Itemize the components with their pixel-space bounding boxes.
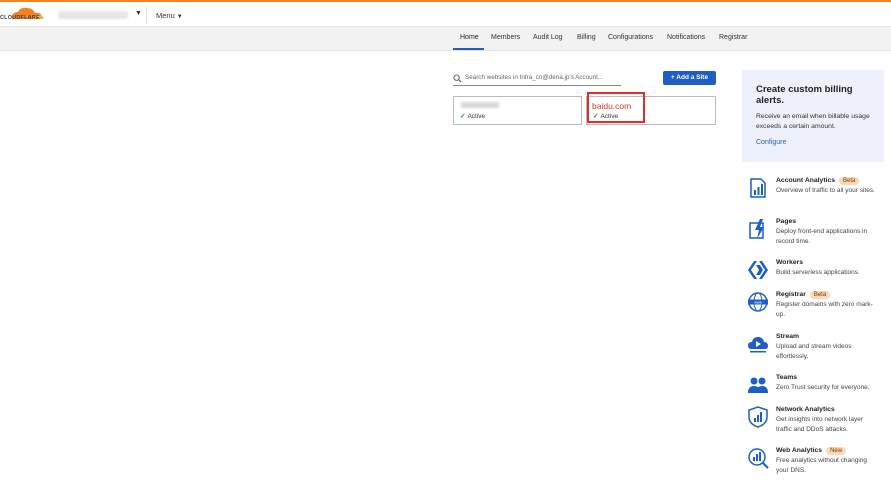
billing-title: Create custom billing alerts. (756, 84, 853, 106)
tab-billing[interactable]: Billing (577, 34, 596, 41)
chevron-down-icon[interactable]: ▼ (135, 10, 142, 17)
account-name[interactable] (58, 11, 128, 19)
product-registrar[interactable]: www Registrar Beta Register domains with … (747, 291, 887, 327)
menu-button[interactable]: Menu ▼ (156, 11, 183, 20)
top-header: CLOUDFLARE ▼ Menu ▼ (0, 0, 891, 27)
highlight-box (587, 92, 645, 123)
header-divider (146, 7, 147, 24)
search-icon (453, 74, 462, 83)
tab-audit-log[interactable]: Audit Log (533, 34, 563, 41)
product-title: Account Analytics (776, 177, 836, 184)
tab-configurations[interactable]: Configurations (608, 34, 653, 41)
site-card[interactable]: ✓ Active (453, 96, 582, 125)
menu-label: Menu (156, 11, 175, 20)
registrar-globe-icon: www (748, 292, 768, 312)
product-title: Registrar (776, 291, 806, 298)
pages-icon (749, 219, 764, 239)
product-network-analytics[interactable]: Network Analytics Get insights into netw… (747, 406, 887, 442)
product-title: Workers (776, 259, 804, 266)
add-site-button[interactable]: + Add a Site (663, 71, 716, 85)
product-title: Pages (776, 218, 797, 225)
beta-badge: Beta (839, 177, 860, 185)
product-description: Free analytics without changing your DNS… (776, 457, 868, 474)
site-status-label: Active (467, 113, 486, 120)
product-stream[interactable]: Stream Upload and stream videos effortle… (747, 333, 887, 369)
workers-icon (748, 261, 768, 279)
analytics-icon (750, 178, 766, 198)
caret-down-icon: ▼ (176, 14, 183, 20)
search-placeholder: Search websites in Infra_cn@dena.jp's Ac… (465, 74, 604, 81)
product-title: Network Analytics (776, 406, 835, 413)
site-search-input[interactable]: Search websites in Infra_cn@dena.jp's Ac… (453, 72, 621, 86)
billing-alerts-card: Create custom billing alerts. Receive an… (742, 70, 884, 162)
billing-description: Receive an email when billable usage exc… (756, 113, 870, 130)
web-analytics-icon (748, 448, 769, 469)
product-description: Get insights into network layer traffic … (776, 416, 864, 433)
product-web-analytics[interactable]: Web Analytics New Free analytics without … (747, 447, 887, 483)
product-title: Web Analytics (776, 447, 823, 454)
site-status: ✓ Active (460, 112, 485, 120)
check-icon: ✓ (460, 113, 466, 120)
tab-members[interactable]: Members (491, 34, 520, 41)
logo-wordmark: CLOUDFLARE (0, 15, 40, 21)
account-nav: Home Members Audit Log Billing Configura… (0, 27, 891, 51)
product-teams[interactable]: Teams Zero Trust security for everyone. (747, 374, 887, 410)
tab-notifications[interactable]: Notifications (667, 34, 705, 41)
product-workers[interactable]: Workers Build serverless applications. (747, 259, 887, 295)
product-description: Register domains with zero mark-up. (776, 301, 873, 318)
product-title: Teams (776, 374, 798, 381)
active-tab-indicator (453, 48, 484, 50)
beta-badge: Beta (809, 291, 831, 299)
stream-cloud-icon (748, 337, 768, 353)
tab-home[interactable]: Home (460, 34, 479, 41)
new-badge: New (826, 447, 847, 455)
product-description: Build serverless applications. (776, 269, 860, 276)
product-account-analytics[interactable]: Account Analytics Beta Overview of traffi… (747, 177, 887, 213)
product-description: Upload and stream videos effortlessly. (776, 343, 852, 360)
product-description: Deploy front-end applications in record … (776, 228, 868, 245)
product-description: Overview of traffic to all your sites. (776, 187, 875, 194)
svg-text:www: www (754, 301, 762, 305)
product-description: Zero Trust security for everyone. (776, 384, 870, 391)
tab-registrar[interactable]: Registrar (719, 34, 747, 41)
network-shield-icon (748, 406, 768, 428)
configure-link[interactable]: Configure (756, 139, 786, 146)
site-name-redacted (461, 102, 499, 108)
product-pages[interactable]: Pages Deploy front-end applications in r… (747, 218, 887, 254)
product-title: Stream (776, 333, 800, 340)
teams-icon (748, 377, 768, 393)
